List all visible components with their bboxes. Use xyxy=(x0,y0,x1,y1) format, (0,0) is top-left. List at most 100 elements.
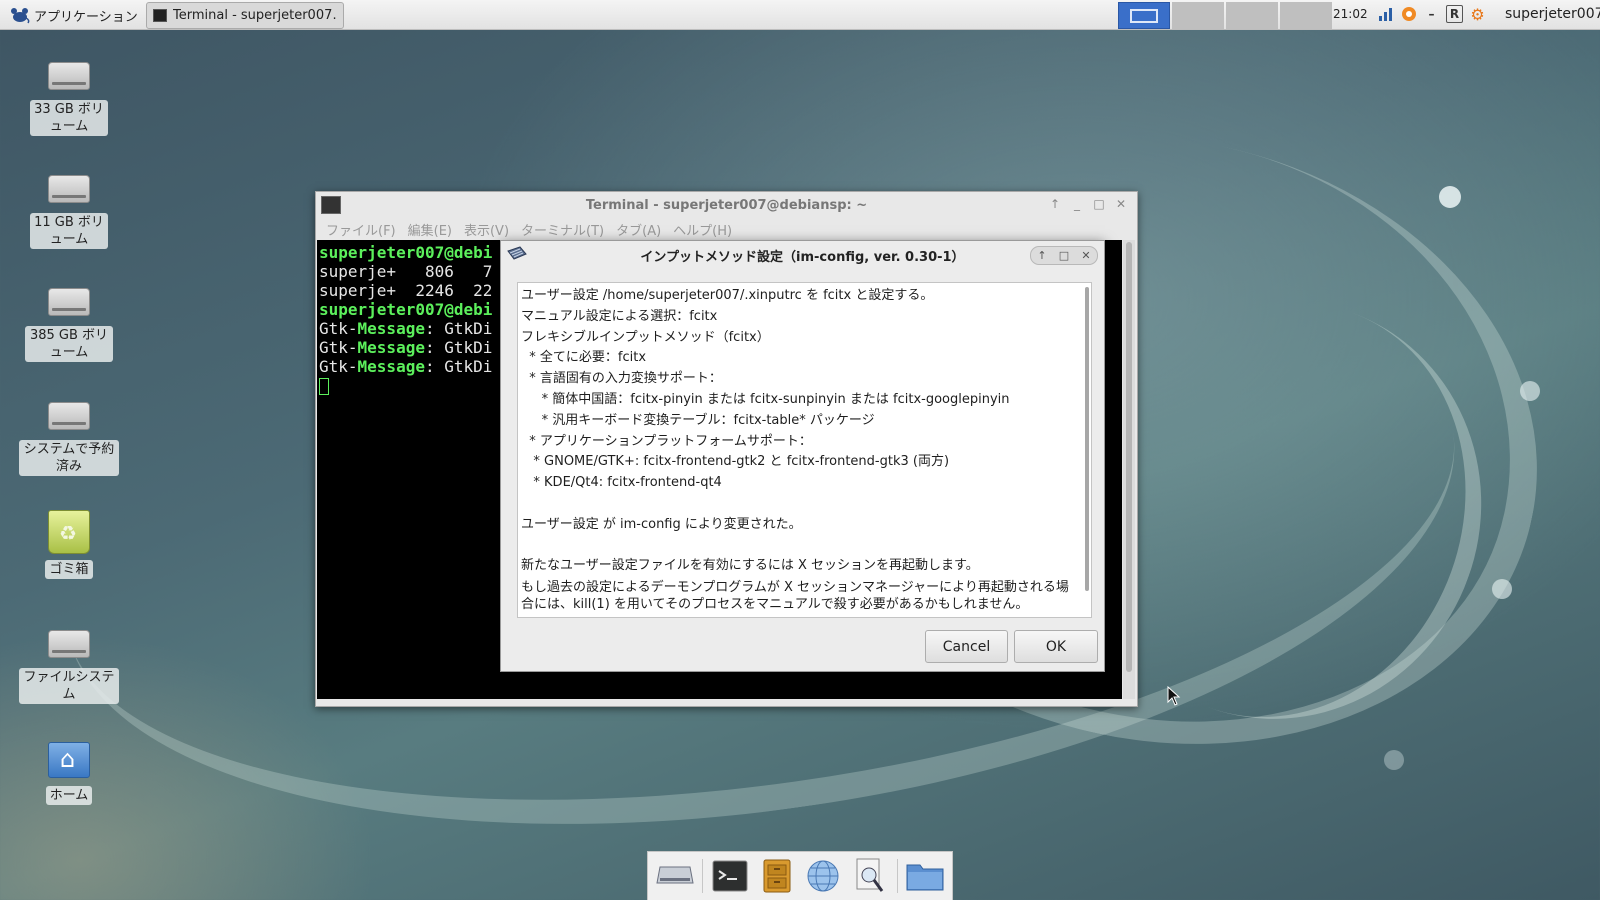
message-line: * アプリケーションプラットフォームサポート： xyxy=(521,433,812,449)
close-icon[interactable]: ✕ xyxy=(1113,196,1129,212)
message-line: 新たなユーザー設定ファイルを有効にするには X セッションを再起動します。 xyxy=(521,558,979,574)
terminal-window-controls: ↑ _ □ ✕ xyxy=(1047,196,1129,212)
workspace-2[interactable] xyxy=(1172,2,1224,29)
dock-item-terminal[interactable] xyxy=(710,856,750,896)
drive-icon xyxy=(48,62,90,90)
dialog-window-controls: ↑ □ ✕ xyxy=(1030,246,1098,265)
workspace-4[interactable] xyxy=(1280,2,1332,29)
menu-file[interactable]: ファイル(F) xyxy=(326,220,396,239)
gear-icon[interactable]: ⚙ xyxy=(1469,5,1486,24)
message-line: マニュアル設定による選択：fcitx xyxy=(521,308,718,324)
file-cabinet-icon xyxy=(763,859,791,893)
drive-icon xyxy=(48,402,90,430)
dialog-message: ユーザー設定 /home/superjeter007/.xinputrc を f… xyxy=(518,283,1078,615)
message-line: ユーザー設定 /home/superjeter007/.xinputrc を f… xyxy=(521,288,934,303)
desktop-icon-system-reserved[interactable]: システムで予約済み xyxy=(19,402,119,476)
dock-separator xyxy=(896,859,898,893)
cancel-button[interactable]: Cancel xyxy=(925,630,1008,663)
terminal-title: Terminal - superjeter007@debiansp: ~ xyxy=(585,197,868,213)
terminal-icon xyxy=(153,9,167,22)
text-cursor xyxy=(319,378,329,395)
home-folder-icon xyxy=(48,742,90,778)
r-letter-icon[interactable]: R xyxy=(1446,5,1463,23)
drive-icon xyxy=(48,175,90,203)
keyboard-icon xyxy=(507,246,527,260)
drive-icon xyxy=(48,288,90,316)
wallpaper-dot xyxy=(1384,750,1404,770)
desktop-icon-label: ゴミ箱 xyxy=(45,560,93,579)
applications-menu-button[interactable]: アプリケーション xyxy=(4,3,144,27)
desktop-icon-label: 11 GB ボリューム xyxy=(30,213,108,249)
menu-edit[interactable]: 編集(E) xyxy=(408,220,452,239)
desktop-icon-trash[interactable]: ゴミ箱 xyxy=(19,510,119,579)
desktop-icon-volume-385gb[interactable]: 385 GB ボリューム xyxy=(19,288,119,362)
drive-icon xyxy=(656,866,694,884)
message-line: * 簡体中国語：fcitx-pinyin または fcitx-sunpinyin… xyxy=(521,391,1010,407)
trash-icon xyxy=(48,510,90,554)
taskbar-button-label: Terminal - superjeter007… xyxy=(173,8,337,23)
message-line: * 言語固有の入力変換サポート： xyxy=(521,371,722,387)
workspace-switcher xyxy=(1118,2,1332,29)
xfce-mouse-icon xyxy=(11,8,30,24)
dialog-titlebar[interactable]: インプットメソッド設定（im-config, ver. 0.30-1） ↑ □ … xyxy=(501,241,1104,269)
dialog-scrollbar[interactable] xyxy=(1085,287,1089,591)
terminal-icon xyxy=(321,196,341,214)
desktop-icon-home[interactable]: ホーム xyxy=(19,742,119,805)
message-line: * GNOME/GTK+: fcitx-frontend-gtk2 と fcit… xyxy=(521,454,950,470)
dialog-title: インプットメソッド設定（im-config, ver. 0.30-1） xyxy=(640,249,965,265)
wallpaper-dot xyxy=(1439,186,1461,208)
minimize-icon[interactable]: _ xyxy=(1069,196,1085,212)
terminal-titlebar[interactable]: Terminal - superjeter007@debiansp: ~ ↑ _… xyxy=(316,192,1137,218)
dock-item-browser[interactable] xyxy=(803,856,843,896)
dock-panel xyxy=(647,851,953,900)
mouse-pointer-icon xyxy=(1167,686,1181,706)
desktop-icon-volume-33gb[interactable]: 33 GB ボリューム xyxy=(19,62,119,136)
keep-above-icon[interactable]: ↑ xyxy=(1047,196,1063,212)
user-menu[interactable]: superjeter007 xyxy=(1505,6,1600,22)
message-line: * 全てに必要：fcitx xyxy=(521,350,647,366)
menu-help[interactable]: ヘルプ(H) xyxy=(673,220,732,239)
network-icon[interactable] xyxy=(1377,5,1394,23)
dock-item-files[interactable] xyxy=(757,856,797,896)
desktop-icon-label: システムで予約済み xyxy=(19,440,119,476)
maximize-icon[interactable]: □ xyxy=(1091,196,1107,212)
desktop-icon-filesystem[interactable]: ファイルシステム xyxy=(19,630,119,704)
taskbar-terminal-button[interactable]: Terminal - superjeter007… xyxy=(146,2,344,29)
minimize-tray-icon[interactable]: – xyxy=(1423,5,1440,23)
dock-item-search[interactable] xyxy=(850,856,890,896)
menu-tabs[interactable]: タブ(A) xyxy=(616,220,661,239)
desktop-icon-label: ファイルシステム xyxy=(19,668,119,704)
maximize-icon[interactable]: □ xyxy=(1053,247,1075,264)
terminal-icon xyxy=(712,860,748,892)
wallpaper-dot xyxy=(1492,579,1512,599)
desktop-icon-label: ホーム xyxy=(45,786,93,805)
web-browser-icon xyxy=(807,860,839,892)
desktop-icon-volume-11gb[interactable]: 11 GB ボリューム xyxy=(19,175,119,249)
desktop-icon-label: 33 GB ボリューム xyxy=(30,100,108,136)
close-icon[interactable]: ✕ xyxy=(1075,247,1097,264)
dock-separator xyxy=(702,859,704,893)
clock[interactable]: 21:02 xyxy=(1333,7,1368,21)
top-panel: アプリケーション Terminal - superjeter007… 21:02… xyxy=(0,0,1600,30)
message-line: ユーザー設定 が im-config により変更された。 xyxy=(521,516,802,532)
terminal-menubar: ファイル(F) 編集(E) 表示(V) ターミナル(T) タブ(A) ヘルプ(H… xyxy=(316,218,1137,240)
dock-item-folder[interactable] xyxy=(905,856,945,896)
applications-menu-label: アプリケーション xyxy=(34,9,138,25)
dock-item-drive[interactable] xyxy=(655,856,695,896)
drive-icon xyxy=(48,630,90,658)
update-notifier-icon[interactable] xyxy=(1400,5,1417,23)
workspace-3[interactable] xyxy=(1226,2,1278,29)
message-line: もし過去の設定によるデーモンプログラムが X セッションマネージャーにより再起動… xyxy=(521,580,1069,613)
workspace-1[interactable] xyxy=(1118,2,1170,29)
keep-above-icon[interactable]: ↑ xyxy=(1031,247,1053,264)
menu-view[interactable]: 表示(V) xyxy=(464,220,509,239)
ok-button[interactable]: OK xyxy=(1014,630,1098,663)
folder-icon xyxy=(906,864,944,891)
menu-terminal[interactable]: ターミナル(T) xyxy=(521,220,604,239)
im-config-dialog: インプットメソッド設定（im-config, ver. 0.30-1） ↑ □ … xyxy=(500,240,1105,672)
dialog-message-area[interactable]: ユーザー設定 /home/superjeter007/.xinputrc を f… xyxy=(517,282,1092,618)
message-line: * 汎用キーボード変換テーブル：fcitx-table* パッケージ xyxy=(521,412,875,428)
desktop-icon-label: 385 GB ボリューム xyxy=(25,326,113,362)
terminal-scrollbar[interactable] xyxy=(1123,240,1135,699)
